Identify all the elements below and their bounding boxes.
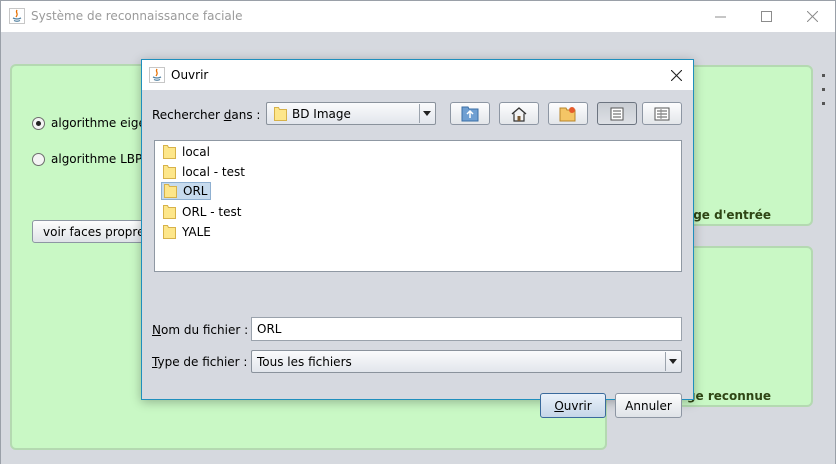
minimize-button[interactable] (697, 1, 743, 32)
input-image-caption: age d'entrée (685, 208, 771, 222)
new-folder-icon (559, 106, 576, 121)
file-name: ORL (183, 184, 208, 198)
home-icon (511, 106, 527, 122)
java-app-icon (9, 8, 25, 24)
folder-icon (274, 107, 287, 121)
right-edge-strip (814, 32, 835, 464)
maximize-button[interactable] (743, 1, 789, 32)
file-name: YALE (182, 225, 211, 239)
up-one-level-icon (461, 106, 479, 121)
file-list[interactable]: local local - test ORL ORL - test YALE (154, 140, 682, 272)
up-one-level-button[interactable] (450, 102, 490, 125)
dropdown-arrow-icon[interactable] (419, 104, 434, 123)
close-icon (806, 11, 818, 22)
close-window-button[interactable] (789, 1, 835, 32)
details-view-button[interactable] (642, 102, 682, 125)
list-item[interactable]: YALE (161, 223, 214, 241)
eigen-radio[interactable] (32, 116, 45, 130)
main-titlebar: Système de reconnaissance faciale (1, 1, 835, 32)
open-button[interactable]: Ouvrir (540, 393, 606, 418)
cancel-button[interactable]: Annuler (615, 393, 682, 418)
folder-icon (163, 205, 176, 219)
home-button[interactable] (499, 102, 539, 125)
grip-dots (822, 74, 825, 105)
folder-icon (163, 145, 176, 159)
file-name: local - test (182, 165, 245, 179)
file-name: ORL - test (182, 205, 242, 219)
file-name-field[interactable] (251, 317, 682, 341)
file-name-label: Nom du fichier : (152, 323, 249, 337)
look-in-combobox[interactable]: BD Image (266, 102, 436, 125)
list-view-icon (610, 107, 624, 120)
lbp-radio-label: algorithme LBP (51, 152, 143, 166)
lbp-radio[interactable] (32, 152, 45, 166)
dialog-body: Rechercher dans : BD Image local local -… (142, 90, 693, 418)
list-item[interactable]: local - test (161, 163, 248, 181)
eigen-radio-label: algorithme eigen (51, 116, 154, 130)
list-item-selected[interactable]: ORL (161, 182, 212, 200)
minimize-icon (714, 16, 726, 18)
list-view-button[interactable] (597, 102, 637, 125)
folder-icon (164, 184, 177, 198)
look-in-value: BD Image (292, 107, 351, 121)
folder-icon (163, 165, 176, 179)
look-in-label: Rechercher dans : (152, 108, 261, 122)
window-title: Système de reconnaissance faciale (31, 9, 243, 23)
list-item[interactable]: local (161, 143, 213, 161)
dialog-close-button[interactable] (665, 64, 687, 86)
folder-icon (163, 225, 176, 239)
file-type-combobox[interactable]: Tous les fichiers (251, 350, 682, 373)
close-icon (670, 69, 682, 81)
details-view-icon (654, 107, 670, 120)
dialog-titlebar: Ouvrir (142, 60, 693, 90)
list-item[interactable]: ORL - test (161, 203, 244, 221)
lbp-radio-option[interactable]: algorithme LBP (32, 152, 142, 166)
maximize-icon (760, 11, 772, 22)
dialog-title: Ouvrir (171, 68, 209, 82)
dropdown-arrow-icon[interactable] (665, 352, 680, 371)
java-app-icon (149, 67, 165, 83)
file-name: local (182, 145, 210, 159)
new-folder-button[interactable] (548, 102, 588, 125)
file-type-label: Type de fichier : (152, 355, 248, 369)
file-type-value: Tous les fichiers (257, 355, 352, 369)
eigen-radio-option[interactable]: algorithme eigen (32, 116, 153, 130)
open-file-dialog: Ouvrir Rechercher dans : BD Image local … (141, 59, 694, 418)
